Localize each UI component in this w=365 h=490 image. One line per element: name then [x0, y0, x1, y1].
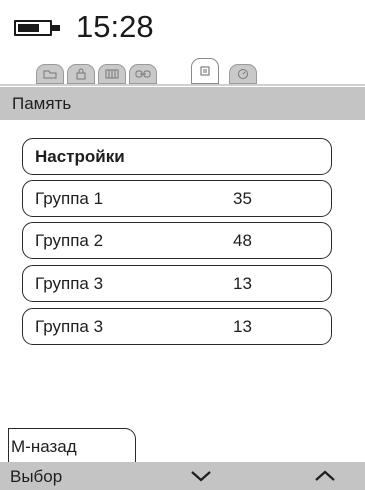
tab-folder[interactable] [36, 64, 64, 84]
menu-item-group-4[interactable]: Группа 3 13 [22, 308, 332, 345]
memory-icon [200, 66, 210, 76]
menu-item-label: Группа 1 [35, 189, 104, 208]
tab-baseline [0, 84, 365, 86]
status-bar: 15:28 [0, 0, 365, 48]
tab-keypad[interactable] [98, 64, 126, 84]
tab-lock[interactable] [67, 64, 95, 84]
back-button[interactable]: М-назад [8, 428, 136, 462]
header-bar: Память [0, 87, 365, 120]
lock-icon [76, 68, 86, 80]
chevron-down-icon[interactable] [190, 469, 212, 483]
tab-strip [0, 56, 365, 86]
clock-time: 15:28 [76, 9, 154, 44]
tab-memory[interactable] [191, 58, 219, 84]
menu-item-group-1[interactable]: Группа 1 35 [22, 180, 332, 217]
tab-link[interactable] [129, 64, 157, 84]
menu-item-value: 13 [233, 274, 252, 293]
softkey-bar: Выбор [0, 462, 365, 490]
menu-item-group-2[interactable]: Группа 2 48 [22, 222, 332, 259]
link-icon [135, 70, 151, 78]
chevron-up-icon[interactable] [314, 469, 336, 483]
select-softkey[interactable]: Выбор [10, 467, 62, 487]
battery-icon [14, 20, 52, 36]
menu-item-group-3[interactable]: Группа 3 13 [22, 265, 332, 302]
menu-item-label: Настройки [35, 147, 125, 166]
menu-item-label: Группа 3 [35, 317, 104, 336]
tab-gauge[interactable] [229, 64, 257, 84]
menu-item-label: Группа 2 [35, 231, 104, 250]
menu-item-value: 48 [233, 231, 252, 250]
folder-icon [43, 70, 57, 79]
gauge-icon [238, 69, 248, 79]
battery-tip [52, 25, 60, 31]
back-button-label: М-назад [11, 437, 77, 456]
menu-item-settings[interactable]: Настройки [22, 138, 332, 175]
keypad-icon [105, 69, 119, 79]
battery-fill [18, 24, 39, 32]
menu-item-value: 35 [233, 189, 252, 208]
menu-item-label: Группа 3 [35, 274, 104, 293]
page-title: Память [12, 94, 72, 113]
menu-item-value: 13 [233, 317, 252, 336]
